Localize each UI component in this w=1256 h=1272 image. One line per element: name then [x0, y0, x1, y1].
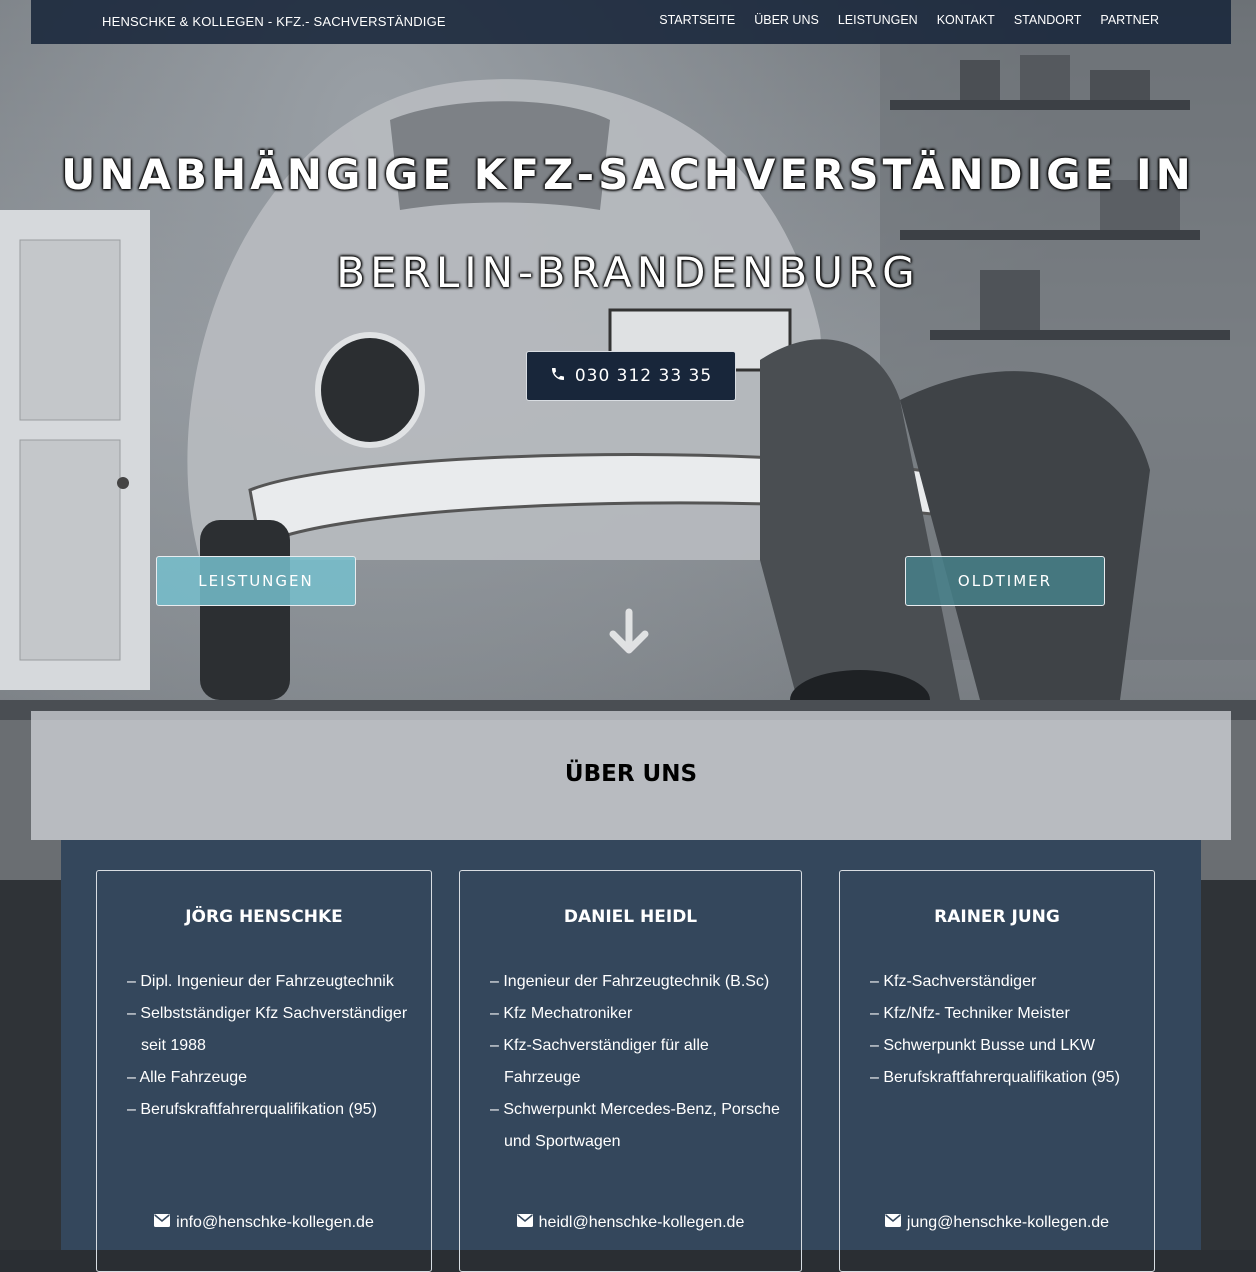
phone-number: 030 312 33 35: [574, 366, 713, 386]
list-item: – Dipl. Ingenieur der Fahrzeugtechnik: [127, 973, 394, 990]
email-address: heidl@henschke-kollegen.de: [538, 1214, 745, 1231]
envelope-icon: [884, 1214, 901, 1232]
brand-title[interactable]: HENSCHKE & KOLLEGEN - KFZ.- SACHVERSTÄND…: [102, 14, 446, 29]
card-name: JÖRG HENSCHKE: [185, 907, 343, 927]
card-name: RAINER JUNG: [934, 907, 1060, 927]
list-item: – Ingenieur der Fahrzeugtechnik (B.Sc): [490, 973, 770, 990]
list-item: – Berufskraftfahrerqualifikation (95): [870, 1069, 1120, 1086]
nav-link-ueber-uns[interactable]: ÜBER UNS: [754, 13, 819, 27]
nav-link-startseite[interactable]: STARTSEITE: [659, 13, 735, 27]
leistungen-button[interactable]: LEISTUNGEN: [156, 556, 356, 606]
about-panel: JÖRG HENSCHKE – Dipl. Ingenieur der Fahr…: [61, 840, 1201, 1272]
list-item: – Schwerpunkt Mercedes-Benz, Porsche und…: [490, 1101, 780, 1150]
nav-link-kontakt[interactable]: KONTAKT: [937, 13, 995, 27]
hero-title-line1: UNABHÄNGIGE KFZ-SACHVERSTÄNDIGE IN: [61, 150, 1195, 199]
qualification-list: – Kfz-Sachverständiger – Kfz/Nfz- Techni…: [870, 966, 1136, 1094]
email-address: info@henschke-kollegen.de: [176, 1214, 374, 1231]
nav-link-standort[interactable]: STANDORT: [1014, 13, 1082, 27]
hero-title-line2: BERLIN-BRANDENBURG: [336, 248, 920, 297]
top-navbar: HENSCHKE & KOLLEGEN - KFZ.- SACHVERSTÄND…: [31, 0, 1231, 44]
phone-icon: [550, 366, 566, 387]
nav-link-partner[interactable]: PARTNER: [1100, 13, 1159, 27]
team-card-heidl: DANIEL HEIDL – Ingenieur der Fahrzeugtec…: [459, 870, 802, 1272]
list-item: – Kfz-Sachverständiger für alle Fahrzeug…: [490, 1037, 709, 1086]
envelope-icon: [516, 1214, 533, 1232]
nav-link-leistungen[interactable]: LEISTUNGEN: [838, 13, 918, 27]
qualification-list: – Ingenieur der Fahrzeugtechnik (B.Sc) –…: [490, 966, 783, 1158]
list-item: – Kfz Mechatroniker: [490, 1005, 633, 1022]
team-card-jung: RAINER JUNG – Kfz-Sachverständiger – Kfz…: [839, 870, 1155, 1272]
email-address: jung@henschke-kollegen.de: [906, 1214, 1110, 1231]
email-link[interactable]: jung@henschke-kollegen.de: [840, 1214, 1154, 1232]
card-name: DANIEL HEIDL: [563, 907, 698, 927]
list-item: – Schwerpunkt Busse und LKW: [870, 1037, 1096, 1054]
email-link[interactable]: info@henschke-kollegen.de: [97, 1214, 431, 1232]
main-nav: STARTSEITE ÜBER UNS LEISTUNGEN KONTAKT S…: [659, 13, 1159, 27]
arrow-down-icon[interactable]: [607, 608, 651, 656]
team-card-henschke: JÖRG HENSCHKE – Dipl. Ingenieur der Fahr…: [96, 870, 432, 1272]
oldtimer-button[interactable]: OLDTIMER: [905, 556, 1105, 606]
email-link[interactable]: heidl@henschke-kollegen.de: [460, 1214, 801, 1232]
qualification-list: – Dipl. Ingenieur der Fahrzeugtechnik – …: [127, 966, 413, 1126]
phone-button[interactable]: 030 312 33 35: [526, 351, 736, 401]
envelope-icon: [154, 1214, 171, 1232]
list-item: – Alle Fahrzeuge: [127, 1069, 248, 1086]
about-header-strip: ÜBER UNS: [31, 711, 1231, 840]
list-item: – Kfz-Sachverständiger: [870, 973, 1037, 990]
about-title: ÜBER UNS: [564, 761, 698, 787]
list-item: – Kfz/Nfz- Techniker Meister: [870, 1005, 1070, 1022]
list-item: – Berufskraftfahrerqualifikation (95): [127, 1101, 377, 1118]
list-item: – Selbstständiger Kfz Sachverständiger s…: [127, 1005, 408, 1054]
